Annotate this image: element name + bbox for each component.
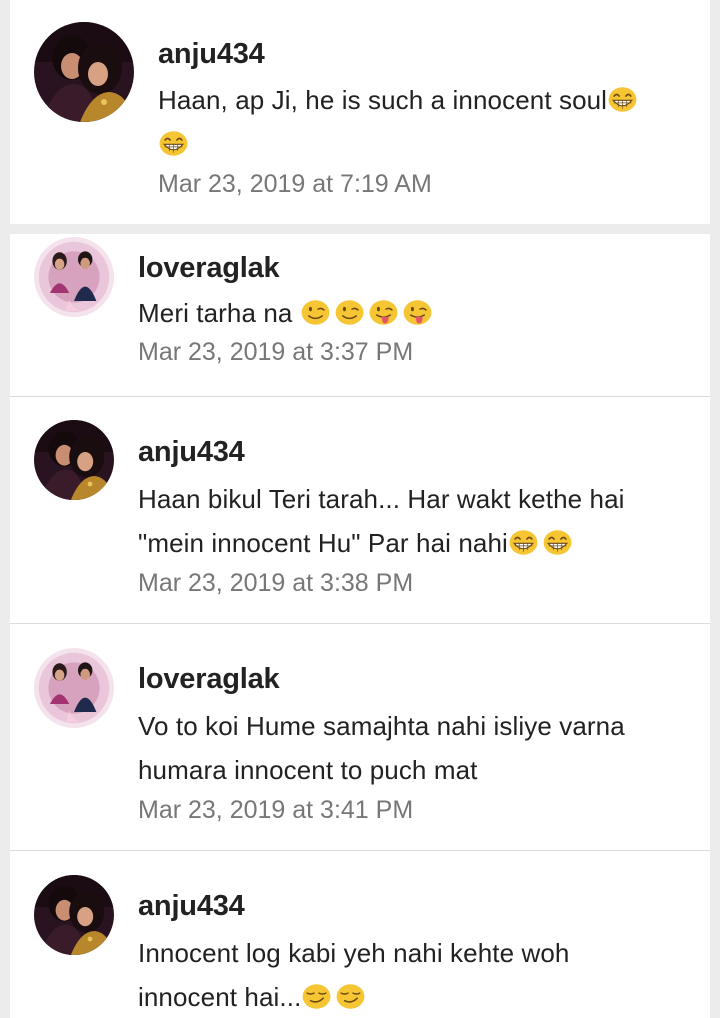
avatar-image	[34, 648, 114, 728]
comment-text: Vo to koi Hume samajhta nahi isliye varn…	[138, 704, 690, 792]
winking-tongue-face-icon	[368, 299, 399, 326]
grinning-squint-face-icon	[542, 529, 573, 556]
avatar[interactable]	[34, 648, 114, 728]
avatar-image	[34, 22, 134, 122]
comment-text-line: innocent hai...	[138, 982, 302, 1012]
comment-item: loveraglak Vo to koi Hume samajhta nahi …	[10, 624, 710, 850]
winking-face-icon	[300, 299, 331, 326]
winking-face-icon	[334, 299, 365, 326]
comment-text-line: Innocent log kabi yeh nahi kehte woh	[138, 938, 570, 968]
comment-item: anju434 Innocent log kabi yeh nahi kehte…	[10, 851, 710, 1018]
avatar-image	[34, 875, 114, 955]
comment-username[interactable]: loveraglak	[138, 250, 690, 286]
comment-text: Meri tarha na	[138, 292, 690, 334]
winking-tongue-face-icon	[402, 299, 433, 326]
grinning-squint-face-icon	[508, 529, 539, 556]
comment-text: Haan, ap Ji, he is such a innocent soul	[158, 78, 690, 166]
comment-item: anju434 Haan bikul Teri tarah... Har wak…	[10, 397, 710, 623]
comment-timestamp: Mar 23, 2019 at 3:38 PM	[138, 569, 414, 597]
avatar-image	[34, 237, 114, 317]
avatar[interactable]	[34, 237, 114, 317]
comment-username[interactable]: anju434	[138, 434, 690, 470]
comment-item: loveraglak Meri tarha na Mar 23, 2019 at…	[10, 234, 710, 396]
comment-timestamp: Mar 23, 2019 at 3:41 PM	[138, 796, 414, 824]
comment-text-line: humara innocent to puch mat	[138, 755, 478, 785]
comment-timestamp: Mar 23, 2019 at 3:37 PM	[138, 338, 414, 366]
avatar[interactable]	[34, 420, 114, 500]
comment-text-content: Meri tarha na	[138, 298, 300, 328]
comment-text-content: Haan, ap Ji, he is such a innocent soul	[158, 85, 608, 115]
avatar[interactable]	[34, 875, 114, 955]
smirking-face-icon	[301, 983, 332, 1010]
avatar[interactable]	[34, 22, 134, 122]
comment-timestamp: Mar 23, 2019 at 7:19 AM	[158, 170, 432, 198]
comment-username[interactable]: anju434	[158, 36, 690, 72]
comment-text: Haan bikul Teri tarah... Har wakt kethe …	[138, 477, 690, 565]
comment-text-line: Haan bikul Teri tarah... Har wakt kethe …	[138, 484, 625, 514]
grinning-squint-face-icon	[607, 86, 638, 113]
comment-text-line: "mein innocent Hu" Par hai nahi	[138, 528, 508, 558]
comment-username[interactable]: anju434	[138, 888, 690, 924]
avatar-image	[34, 420, 114, 500]
comment-text-line: Vo to koi Hume samajhta nahi isliye varn…	[138, 711, 625, 741]
smirking-face-icon	[335, 983, 366, 1010]
comment-item: anju434 Haan, ap Ji, he is such a innoce…	[10, 0, 710, 224]
comment-text: Innocent log kabi yeh nahi kehte woh inn…	[138, 931, 690, 1018]
comment-username[interactable]: loveraglak	[138, 661, 690, 697]
grinning-squint-face-icon	[158, 130, 189, 157]
